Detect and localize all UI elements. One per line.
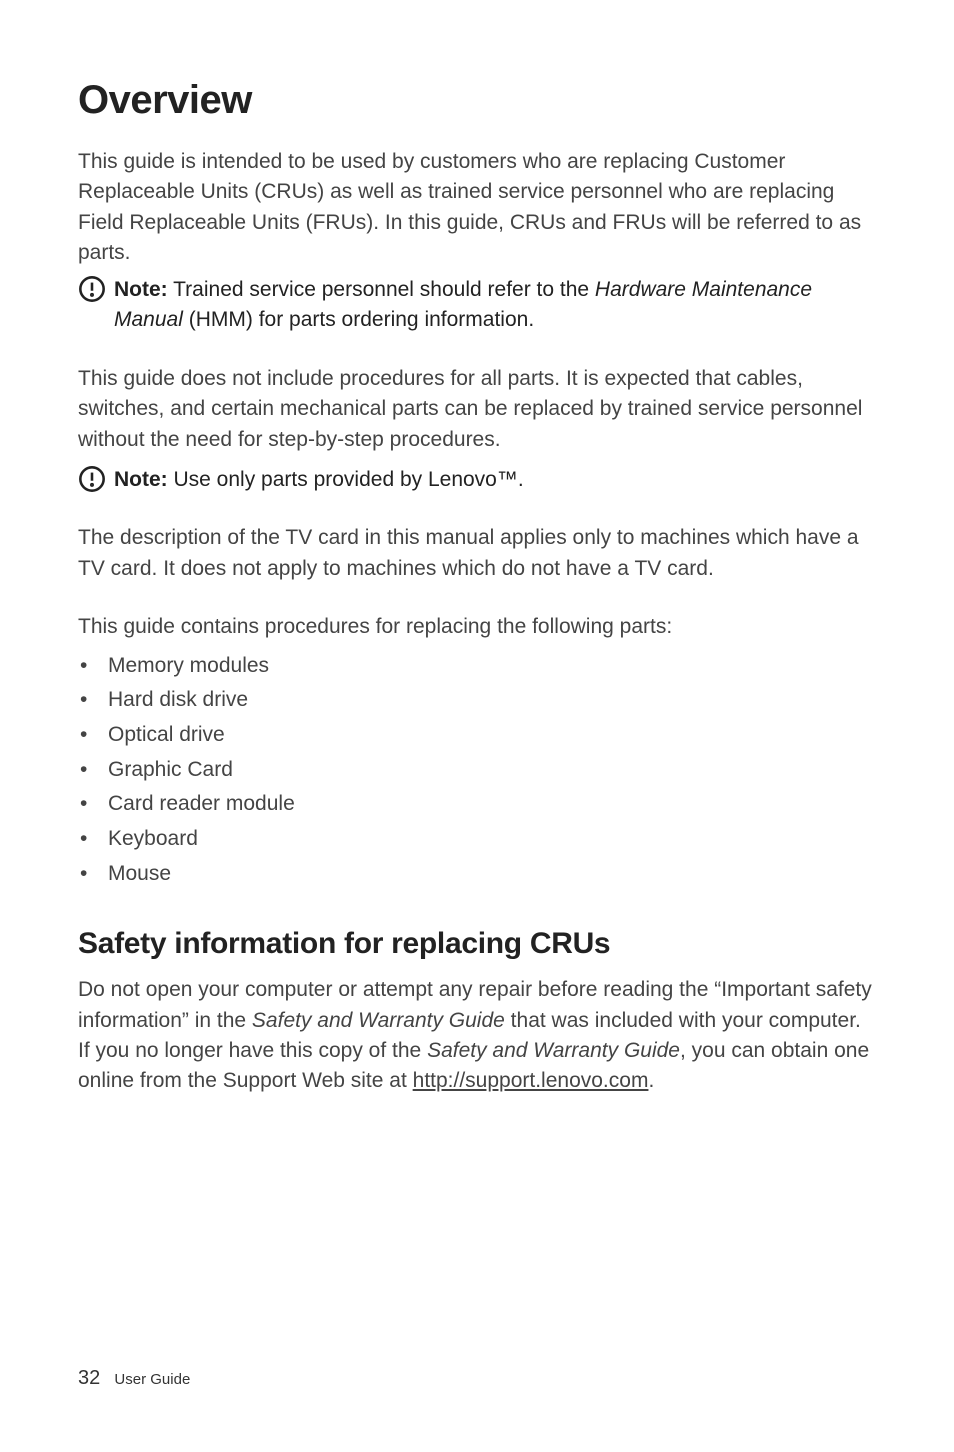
list-item: •Card reader module: [78, 787, 874, 822]
list-item-label: Mouse: [108, 857, 171, 892]
section-heading-safety: Safety information for replacing CRUs: [78, 927, 874, 961]
list-item-label: Card reader module: [108, 787, 295, 822]
list-item-label: Keyboard: [108, 822, 198, 857]
list-item-label: Memory modules: [108, 649, 269, 684]
note-lenovo-parts: Note: Use only parts provided by Lenovo™…: [78, 465, 874, 495]
scope-paragraph: This guide does not include procedures f…: [78, 364, 874, 455]
alert-circle-icon: [78, 275, 106, 303]
list-item: •Graphic Card: [78, 753, 874, 788]
support-link[interactable]: http://support.lenovo.com: [413, 1069, 649, 1092]
alert-circle-icon: [78, 465, 106, 493]
bullet-icon: •: [78, 718, 108, 753]
safety-text-4: .: [648, 1069, 654, 1092]
safety-italic-2: Safety and Warranty Guide: [427, 1039, 680, 1062]
note-body-before: Trained service personnel should refer t…: [168, 278, 595, 301]
list-item-label: Hard disk drive: [108, 683, 248, 718]
list-item: •Hard disk drive: [78, 683, 874, 718]
list-item: •Mouse: [78, 857, 874, 892]
page-title: Overview: [78, 78, 874, 123]
page-footer: 32 User Guide: [78, 1367, 190, 1390]
list-item: •Optical drive: [78, 718, 874, 753]
safety-paragraph: Do not open your computer or attempt any…: [78, 975, 874, 1097]
bullet-icon: •: [78, 787, 108, 822]
note-prefix: Note:: [114, 278, 168, 301]
bullet-icon: •: [78, 822, 108, 857]
list-intro: This guide contains procedures for repla…: [78, 612, 874, 642]
bullet-icon: •: [78, 753, 108, 788]
page-number: 32: [78, 1367, 100, 1389]
list-item-label: Graphic Card: [108, 753, 233, 788]
intro-paragraph: This guide is intended to be used by cus…: [78, 147, 874, 269]
bullet-icon: •: [78, 857, 108, 892]
footer-label: User Guide: [114, 1371, 190, 1388]
list-item: •Memory modules: [78, 649, 874, 684]
note-text: Note: Trained service personnel should r…: [114, 275, 874, 336]
bullet-icon: •: [78, 683, 108, 718]
tv-card-paragraph: The description of the TV card in this m…: [78, 523, 874, 584]
safety-italic-1: Safety and Warranty Guide: [252, 1009, 505, 1032]
note-body: Use only parts provided by Lenovo™.: [168, 468, 524, 491]
note-prefix: Note:: [114, 468, 168, 491]
parts-list: •Memory modules •Hard disk drive •Optica…: [78, 649, 874, 891]
bullet-icon: •: [78, 649, 108, 684]
list-item-label: Optical drive: [108, 718, 225, 753]
note-trained-personnel: Note: Trained service personnel should r…: [78, 275, 874, 336]
note-text: Note: Use only parts provided by Lenovo™…: [114, 465, 524, 495]
list-item: •Keyboard: [78, 822, 874, 857]
note-body-after: (HMM) for parts ordering information.: [183, 308, 534, 331]
